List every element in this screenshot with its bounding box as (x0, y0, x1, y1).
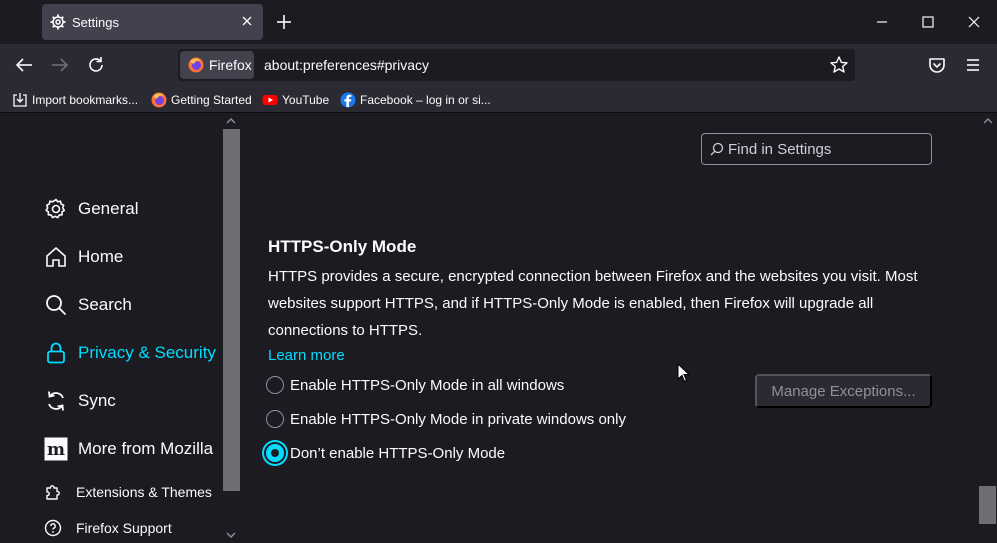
minimize-icon[interactable] (872, 12, 892, 32)
bookmark-label: Import bookmarks... (32, 93, 139, 107)
close-tab-icon[interactable] (239, 13, 255, 29)
learn-more-link[interactable]: Learn more (268, 347, 345, 364)
forward-arrow-icon[interactable] (49, 54, 71, 76)
bookmark-label: Facebook – log in or si... (360, 93, 491, 107)
sidebar-scrollbar[interactable] (222, 113, 240, 543)
facebook-icon (340, 92, 356, 108)
identity-box[interactable]: Firefox (180, 51, 254, 79)
identity-label: Firefox (209, 57, 252, 73)
category-general[interactable]: General (44, 197, 138, 221)
help-icon (44, 519, 62, 537)
import-icon (13, 93, 27, 107)
radio-button-checked[interactable] (266, 444, 284, 462)
category-more-from-mozilla[interactable]: m More from Mozilla (44, 437, 213, 461)
main-scrollbar[interactable] (978, 113, 997, 543)
category-label: Search (78, 295, 132, 314)
svg-text:m: m (47, 440, 65, 460)
settings-page: General Home Search Privacy & Security S… (0, 113, 997, 543)
bookmark-facebook[interactable]: Facebook – log in or si... (340, 91, 491, 109)
settings-sidebar: General Home Search Privacy & Security S… (0, 113, 222, 543)
scroll-up-icon[interactable] (983, 116, 993, 126)
bookmark-label: Getting Started (171, 93, 252, 107)
bookmark-youtube[interactable]: YouTube (262, 91, 329, 109)
category-label: General (78, 199, 139, 218)
radio-private-windows[interactable]: Enable HTTPS-Only Mode in private window… (266, 410, 626, 428)
main-scroll-thumb[interactable] (979, 486, 996, 524)
category-label: Home (78, 247, 124, 266)
gear-icon (50, 14, 66, 30)
manage-exceptions-button[interactable]: Manage Exceptions... (755, 374, 932, 408)
search-icon (710, 142, 724, 156)
youtube-icon (262, 95, 278, 105)
category-home[interactable]: Home (44, 245, 123, 269)
radio-label: Enable HTTPS-Only Mode in all windows (290, 376, 565, 394)
tab-settings[interactable]: Settings (42, 4, 263, 40)
radio-button[interactable] (266, 376, 284, 394)
url-bar[interactable]: Firefox about:preferences#privacy (178, 49, 855, 81)
bookmark-import[interactable]: Import bookmarks... (12, 91, 138, 109)
close-window-icon[interactable] (964, 12, 984, 32)
gear-icon (45, 198, 66, 219)
extensions-themes-link[interactable]: Extensions & Themes (44, 483, 212, 501)
find-in-settings[interactable] (701, 133, 932, 165)
category-label: Privacy & Security (78, 343, 216, 362)
menu-icon[interactable] (962, 54, 984, 76)
navigation-toolbar: Firefox about:preferences#privacy (0, 44, 997, 86)
radio-all-windows[interactable]: Enable HTTPS-Only Mode in all windows (266, 376, 564, 394)
category-label: More from Mozilla (78, 439, 214, 458)
radio-dont-enable[interactable]: Don’t enable HTTPS-Only Mode (266, 444, 505, 462)
sidebar-scroll-thumb[interactable] (223, 129, 240, 491)
tab-strip: Settings (0, 0, 997, 44)
mouse-cursor-icon (677, 363, 689, 383)
mozilla-icon: m (44, 437, 68, 461)
maximize-icon[interactable] (918, 12, 938, 32)
section-title: HTTPS-Only Mode (268, 237, 417, 256)
section-description: HTTPS provides a secure, encrypted conne… (268, 268, 918, 339)
tab-title: Settings (72, 15, 119, 30)
firefox-icon (151, 92, 167, 108)
category-label: Sync (78, 391, 116, 410)
category-sync[interactable]: Sync (44, 389, 116, 413)
firefox-icon (188, 57, 204, 73)
reload-icon[interactable] (85, 54, 107, 76)
url-text[interactable]: about:preferences#privacy (264, 57, 429, 73)
scroll-up-icon[interactable] (226, 116, 236, 126)
puzzle-icon (46, 485, 60, 500)
scroll-down-icon[interactable] (226, 530, 236, 540)
firefox-support-link[interactable]: Firefox Support (44, 519, 172, 537)
bookmarks-toolbar: Import bookmarks... Getting Started YouT… (0, 86, 997, 113)
new-tab-icon[interactable] (274, 12, 294, 32)
extensions-label: Extensions & Themes (76, 484, 212, 500)
search-icon (46, 295, 67, 316)
category-privacy-security[interactable]: Privacy & Security (44, 341, 216, 365)
settings-main: HTTPS-Only Mode HTTPS provides a secure,… (240, 113, 978, 543)
radio-label: Don’t enable HTTPS-Only Mode (290, 444, 506, 462)
bookmark-getting-started[interactable]: Getting Started (151, 91, 252, 109)
back-arrow-icon[interactable] (13, 54, 35, 76)
sync-icon (48, 391, 64, 411)
home-icon (46, 247, 66, 267)
support-label: Firefox Support (76, 520, 172, 536)
category-search[interactable]: Search (44, 293, 132, 317)
search-input[interactable] (728, 138, 924, 160)
bookmark-star-icon[interactable] (829, 55, 849, 75)
pocket-icon[interactable] (926, 54, 948, 76)
radio-label: Enable HTTPS-Only Mode in private window… (290, 410, 626, 428)
radio-button[interactable] (266, 410, 284, 428)
bookmark-label: YouTube (282, 93, 330, 107)
lock-icon (47, 342, 65, 364)
